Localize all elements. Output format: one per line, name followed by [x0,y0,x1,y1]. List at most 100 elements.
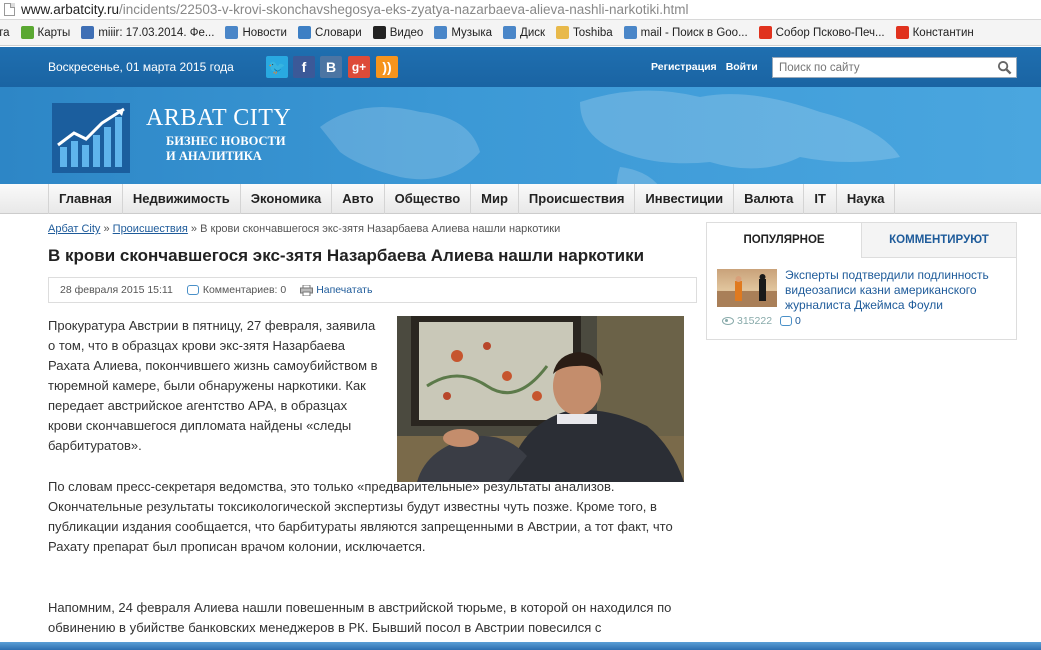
bookmark-label: Константин [912,26,974,39]
breadcrumb: Арбат City » Происшествия » В крови скон… [48,223,560,235]
nav-item[interactable]: Авто [331,184,383,214]
world-map-graphic [320,90,900,184]
site-banner: ARBAT CITY БИЗНЕС НОВОСТИ И АНАЛИТИКА [0,87,1041,184]
bookmark-item[interactable]: miiir: 17.03.2014. Фе... [81,26,214,39]
tab-commented[interactable]: КОММЕНТИРУЮТ [862,223,1016,258]
bookmark-label: чта [0,26,10,39]
bookmark-favicon-icon [372,26,386,39]
bookmark-label: Карты [37,26,71,39]
views-count: 315222 [737,315,773,327]
url-host: www.arbatcity.ru [21,2,120,17]
nav-item[interactable]: Наука [835,184,896,214]
bookmark-favicon-icon [895,26,909,39]
popular-comments-count[interactable]: 0 [795,315,801,327]
bookmark-item[interactable]: чта [0,27,10,39]
register-link[interactable]: Регистрация [651,61,717,73]
nav-item[interactable]: Экономика [239,184,332,214]
current-date: Воскресенье, 01 марта 2015 года [48,60,234,74]
bookmark-favicon-icon [434,26,448,39]
bookmarks-bar: чта Карты miiir: 17.03.2014. Фе... Новости С… [0,20,1041,46]
article-paragraph-3: Напомним, 24 февраля Алиева нашли повеше… [48,600,672,635]
bookmark-favicon-icon [623,26,637,39]
nav-item[interactable]: Происшествия [517,184,635,214]
bookmark-label: Музыка [451,26,493,39]
tab-popular[interactable]: ПОПУЛЯРНОЕ [707,223,862,258]
page-icon [4,3,15,16]
bookmark-item[interactable]: Собор Псково-Печ... [758,26,885,39]
views-icon [722,317,734,325]
rss-icon[interactable]: )) [376,56,398,78]
article-meta: 28 февраля 2015 15:11 Комментариев: 0 На… [48,277,697,303]
facebook-icon[interactable]: f [293,56,315,78]
bookmark-item[interactable]: Карты [20,26,71,39]
google-plus-icon[interactable]: g+ [348,56,370,78]
comment-icon [780,316,793,326]
address-bar[interactable]: www.arbatcity.ru/incidents/22503-v-krovi… [0,0,1041,20]
taskbar-strip [0,642,1041,650]
bookmark-label: Собор Псково-Печ... [775,26,885,39]
article-paragraph-2: По словам пресс-секретаря ведомства, это… [48,479,673,554]
article-title: В крови скончавшегося экс-зятя Назарбаев… [48,246,645,265]
nav-item[interactable]: Валюта [733,184,803,214]
logo-title[interactable]: ARBAT CITY [146,105,291,132]
nav-item[interactable]: Главная [48,184,122,214]
bookmark-label: miiir: 17.03.2014. Фе... [98,26,215,39]
comments-count[interactable]: Комментариев: 0 [203,284,286,296]
breadcrumb-separator: » [100,223,113,235]
bookmark-favicon-icon [556,26,570,39]
bookmark-favicon-icon [225,26,239,39]
bookmark-label: Диск [520,26,546,39]
auth-links: Регистрация Войти [651,61,767,73]
popular-widget: ПОПУЛЯРНОЕ КОММЕНТИРУЮТ Эксперты подтвер… [706,222,1017,340]
bookmark-favicon-icon [20,26,34,39]
comment-icon [186,285,199,295]
bookmark-item[interactable]: mail - Поиск в Goo... [623,26,748,39]
bookmark-item[interactable]: Диск [503,26,545,39]
bookmark-label: mail - Поиск в Goo... [640,26,748,39]
bookmark-favicon-icon [758,26,772,39]
bookmark-favicon-icon [503,26,517,39]
logo-subtitle-line1: БИЗНЕС НОВОСТИ [166,134,286,148]
breadcrumb-section[interactable]: Происшествия [113,223,188,235]
logo-subtitle: БИЗНЕС НОВОСТИ И АНАЛИТИКА [166,134,286,164]
bookmark-label: Словари [314,26,362,39]
bookmark-item[interactable]: Музыка [434,26,492,39]
print-icon[interactable] [300,284,314,296]
url-path: /incidents/22503-v-krovi-skonchavshegosy… [119,2,689,17]
nav-item[interactable]: Общество [383,184,471,214]
article-photo [397,316,684,482]
bookmark-item[interactable]: Новости [225,26,287,39]
nav-item[interactable]: IT [803,184,836,214]
print-link[interactable]: Напечатать [316,284,372,296]
bookmark-favicon-icon [297,26,311,39]
popular-item-stats: 315222 0 [722,315,801,327]
nav-items: Главная Недвижимость Экономика Авто Общество… [48,184,896,214]
popular-item-title[interactable]: Эксперты подтвердили подлинность видеоза… [785,268,1011,313]
site-search [772,57,1017,78]
bookmark-favicon-icon [81,26,95,39]
bookmark-label: Новости [242,26,287,39]
breadcrumb-separator: » [187,223,201,235]
twitter-icon[interactable]: 🐦 [266,56,288,78]
article-paragraph-1: Прокуратура Австрии в пятницу, 27 феврал… [48,318,378,453]
main-nav: Главная Недвижимость Экономика Авто Общество… [0,184,1041,214]
popular-item-thumbnail[interactable] [717,269,777,307]
bookmark-item[interactable]: Константин [895,26,974,39]
bookmark-label: Toshiba [573,26,613,39]
login-link[interactable]: Войти [726,61,758,73]
logo-chart-icon [52,103,130,173]
bookmark-label: Видео [389,26,424,39]
bookmark-item[interactable]: Toshiba [556,26,613,39]
nav-item[interactable]: Мир [470,184,518,214]
nav-item[interactable]: Инвестиции [634,184,733,214]
article-date: 28 февраля 2015 15:11 [60,284,173,296]
nav-item[interactable]: Недвижимость [121,184,240,214]
search-input[interactable] [773,58,993,78]
bookmark-item[interactable]: Словари [297,26,362,39]
breadcrumb-current: В крови скончавшегося экс-зятя Назарбаев… [200,223,561,235]
logo-subtitle-line2: И АНАЛИТИКА [166,149,262,163]
bookmark-item[interactable]: Видео [372,26,424,39]
vk-icon[interactable]: B [320,56,342,78]
breadcrumb-home[interactable]: Арбат City [48,223,100,235]
search-icon[interactable] [997,60,1012,75]
